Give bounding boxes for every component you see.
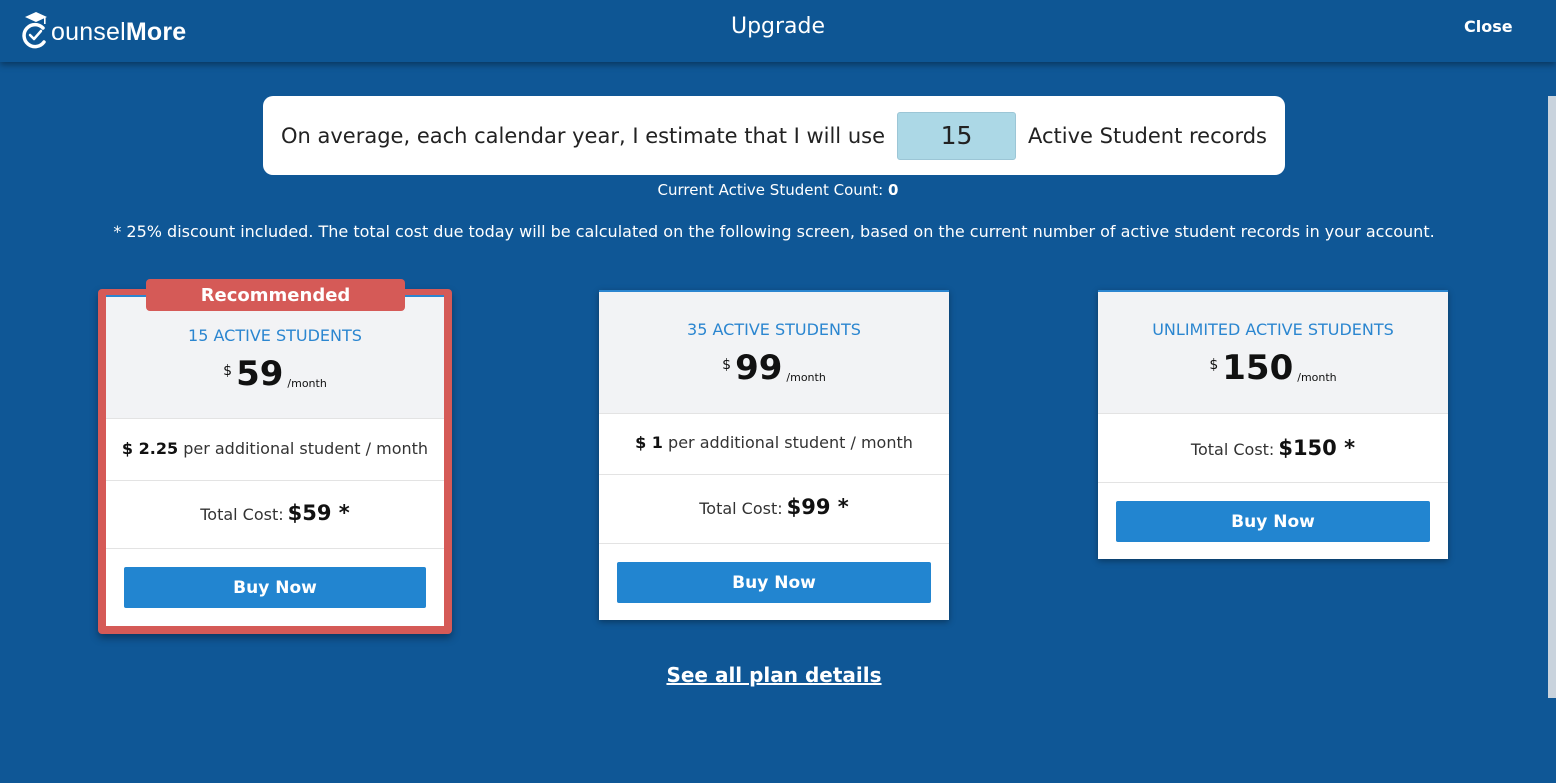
estimate-panel: On average, each calendar year, I estima… [263, 96, 1285, 175]
additional-price-value: $ 1 [635, 433, 663, 452]
count-label: Current Active Student Count: [657, 181, 884, 199]
plan-header: 15 ACTIVE STUDENTS $ 59 /month [106, 295, 444, 418]
additional-student-price: $ 1 per additional student / month [599, 413, 949, 474]
price-period: /month [786, 371, 826, 384]
additional-price-value: $ 2.25 [121, 439, 179, 458]
plan-name: 15 ACTIVE STUDENTS [188, 326, 362, 345]
additional-price-text: $ 1 per additional student / month [635, 433, 913, 452]
price-period: /month [287, 377, 327, 390]
price-period: /month [1297, 371, 1337, 384]
total-cost: Total Cost: $150 * [1098, 413, 1448, 482]
price-amount: 150 [1222, 348, 1294, 388]
additional-student-price: $ 2.25 per additional student / month [106, 418, 444, 480]
additional-price-label: per additional student / month [183, 439, 429, 458]
current-student-count: Current Active Student Count: 0 [0, 181, 1556, 199]
plan-header: 35 ACTIVE STUDENTS $ 99 /month [599, 290, 949, 413]
plan-card-35-students: 35 ACTIVE STUDENTS $ 99 /month $ 1 per a… [599, 290, 949, 620]
price-currency: $ [1209, 357, 1219, 373]
close-button[interactable]: Close [1464, 17, 1513, 36]
count-value: 0 [888, 181, 899, 199]
buy-now-button[interactable]: Buy Now [124, 567, 426, 608]
total-cost-value: $150 * [1278, 436, 1356, 460]
total-cost: Total Cost: $99 * [599, 474, 949, 543]
estimate-suffix: Active Student records [1028, 123, 1267, 148]
plan-header: UNLIMITED ACTIVE STUDENTS $ 150 /month [1098, 290, 1448, 413]
plan-price: $ 59 /month [106, 357, 444, 391]
total-cost-text: Total Cost: $150 * [1190, 436, 1355, 460]
total-cost-label: Total Cost: [200, 505, 284, 524]
plan-name: UNLIMITED ACTIVE STUDENTS [1152, 320, 1394, 339]
buy-now-button[interactable]: Buy Now [1116, 501, 1430, 542]
price-currency: $ [223, 363, 233, 379]
additional-price-label: per additional student / month [668, 433, 913, 452]
total-cost-label: Total Cost: [1190, 440, 1275, 459]
total-cost-text: Total Cost: $59 * [200, 501, 350, 525]
discount-disclaimer: * 25% discount included. The total cost … [113, 222, 1435, 241]
total-cost-text: Total Cost: $99 * [699, 495, 849, 519]
total-cost-label: Total Cost: [699, 499, 783, 518]
recommended-badge: Recommended [146, 279, 405, 311]
buy-section: Buy Now [106, 548, 444, 626]
see-all-plan-details-link[interactable]: See all plan details [666, 663, 881, 687]
plan-price: $ 99 /month [599, 351, 949, 385]
buy-section: Buy Now [599, 543, 949, 620]
total-cost: Total Cost: $59 * [106, 480, 444, 548]
plan-card-unlimited-students: UNLIMITED ACTIVE STUDENTS $ 150 /month T… [1098, 290, 1448, 559]
plan-name: 35 ACTIVE STUDENTS [687, 320, 861, 339]
page-title: Upgrade [730, 14, 826, 39]
student-estimate-input[interactable] [897, 111, 1016, 160]
top-bar: ounselMore Upgrade Close [0, 0, 1556, 62]
estimate-prefix: On average, each calendar year, I estima… [280, 123, 885, 148]
price-amount: 59 [236, 354, 284, 394]
buy-section: Buy Now [1098, 482, 1448, 559]
plan-card-15-students: 15 ACTIVE STUDENTS $ 59 /month $ 2.25 pe… [106, 295, 444, 626]
buy-now-button[interactable]: Buy Now [617, 562, 931, 603]
price-amount: 99 [735, 348, 783, 388]
additional-price-text: $ 2.25 per additional student / month [122, 439, 428, 458]
total-cost-value: $99 * [786, 495, 849, 519]
plan-price: $ 150 /month [1098, 351, 1448, 385]
total-cost-value: $59 * [287, 501, 350, 525]
plan-details-container: See all plan details [0, 663, 1548, 687]
price-currency: $ [722, 357, 732, 373]
